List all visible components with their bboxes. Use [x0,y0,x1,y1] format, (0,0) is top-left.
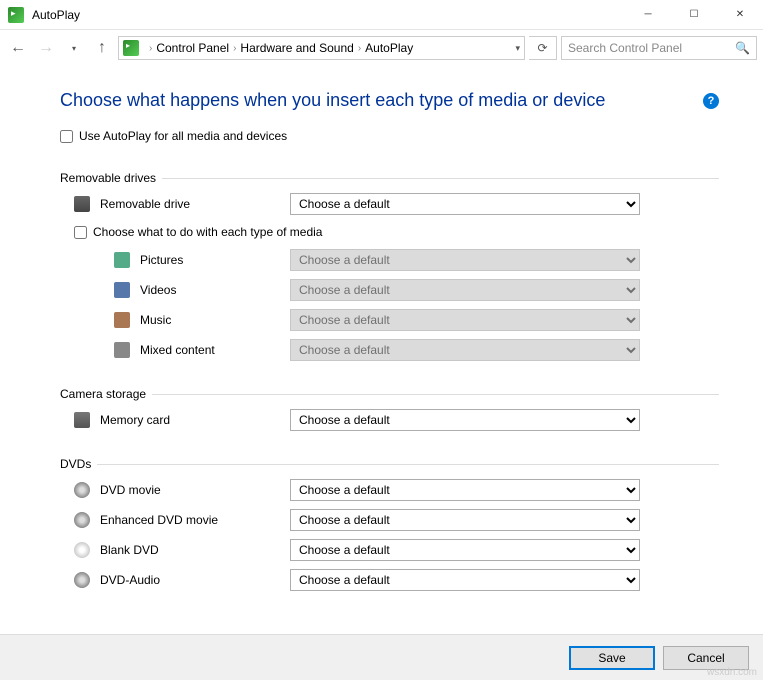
search-icon: 🔍 [735,41,750,55]
footer-bar: Save Cancel [0,634,763,680]
page-title: Choose what happens when you insert each… [60,90,605,111]
videos-icon [114,282,130,298]
close-button[interactable]: ✕ [717,0,763,30]
dvd-audio-icon [74,572,90,588]
row-pictures: Pictures Choose a default [114,245,719,275]
group-removable-drives: Removable drives [60,171,719,185]
chevron-down-icon[interactable]: ▾ [515,43,520,54]
row-blank-dvd: Blank DVD Choose a default [74,535,719,565]
row-memory-card: Memory card Choose a default [74,405,719,435]
enhanced-dvd-select[interactable]: Choose a default [290,509,640,531]
search-box[interactable]: Search Control Panel 🔍 [561,36,757,60]
row-mixed: Mixed content Choose a default [114,335,719,365]
music-icon [114,312,130,328]
breadcrumb-item[interactable]: Control Panel [156,41,229,55]
pictures-icon [114,252,130,268]
dvd-movie-icon [74,482,90,498]
enhanced-dvd-icon [74,512,90,528]
removable-drive-label: Removable drive [100,197,290,211]
forward-button[interactable]: → [34,36,58,60]
mixed-content-select: Choose a default [290,339,640,361]
help-icon[interactable]: ? [703,93,719,109]
videos-label: Videos [140,283,290,297]
address-bar[interactable]: › Control Panel › Hardware and Sound › A… [118,36,525,60]
chevron-right-icon: › [149,43,152,54]
use-autoplay-checkbox[interactable] [60,130,73,143]
enhanced-dvd-label: Enhanced DVD movie [100,513,290,527]
recent-locations-button[interactable]: ▾ [62,36,86,60]
use-autoplay-label: Use AutoPlay for all media and devices [79,129,287,143]
dvd-movie-select[interactable]: Choose a default [290,479,640,501]
group-camera-storage: Camera storage [60,387,719,401]
content-area: Choose what happens when you insert each… [0,66,763,634]
memory-card-select[interactable]: Choose a default [290,409,640,431]
chevron-right-icon: › [358,43,361,54]
window-title: AutoPlay [32,8,80,22]
breadcrumb-item[interactable]: Hardware and Sound [240,41,353,55]
row-dvd-audio: DVD-Audio Choose a default [74,565,719,595]
use-autoplay-checkbox-row[interactable]: Use AutoPlay for all media and devices [60,129,719,143]
videos-select: Choose a default [290,279,640,301]
dvd-audio-label: DVD-Audio [100,573,290,587]
mixed-content-label: Mixed content [140,343,290,357]
pictures-label: Pictures [140,253,290,267]
minimize-button[interactable]: ─ [625,0,671,30]
up-button[interactable]: ↑ [90,36,114,60]
dvd-movie-label: DVD movie [100,483,290,497]
mixed-content-icon [114,342,130,358]
removable-drive-select[interactable]: Choose a default [290,193,640,215]
group-dvds: DVDs [60,457,719,471]
save-button[interactable]: Save [569,646,655,670]
breadcrumb-item[interactable]: AutoPlay [365,41,413,55]
blank-dvd-icon [74,542,90,558]
removable-drive-icon [74,196,90,212]
title-bar: AutoPlay ─ ☐ ✕ [0,0,763,30]
dvd-audio-select[interactable]: Choose a default [290,569,640,591]
autoplay-app-icon [8,7,24,23]
row-enhanced-dvd: Enhanced DVD movie Choose a default [74,505,719,535]
pictures-select: Choose a default [290,249,640,271]
blank-dvd-select[interactable]: Choose a default [290,539,640,561]
blank-dvd-label: Blank DVD [100,543,290,557]
choose-media-checkbox-row[interactable]: Choose what to do with each type of medi… [74,225,719,239]
memory-card-label: Memory card [100,413,290,427]
row-videos: Videos Choose a default [114,275,719,305]
nav-bar: ← → ▾ ↑ › Control Panel › Hardware and S… [0,30,763,66]
chevron-right-icon: › [233,43,236,54]
watermark: wsxdn.com [707,667,757,678]
autoplay-icon [123,40,139,56]
maximize-button[interactable]: ☐ [671,0,717,30]
search-placeholder: Search Control Panel [568,41,682,55]
music-select: Choose a default [290,309,640,331]
choose-media-label: Choose what to do with each type of medi… [93,225,322,239]
music-label: Music [140,313,290,327]
choose-media-checkbox[interactable] [74,226,87,239]
row-dvd-movie: DVD movie Choose a default [74,475,719,505]
row-removable-drive: Removable drive Choose a default [74,189,719,219]
back-button[interactable]: ← [6,36,30,60]
refresh-button[interactable]: ⟳ [529,36,557,60]
row-music: Music Choose a default [114,305,719,335]
cancel-button[interactable]: Cancel [663,646,749,670]
memory-card-icon [74,412,90,428]
